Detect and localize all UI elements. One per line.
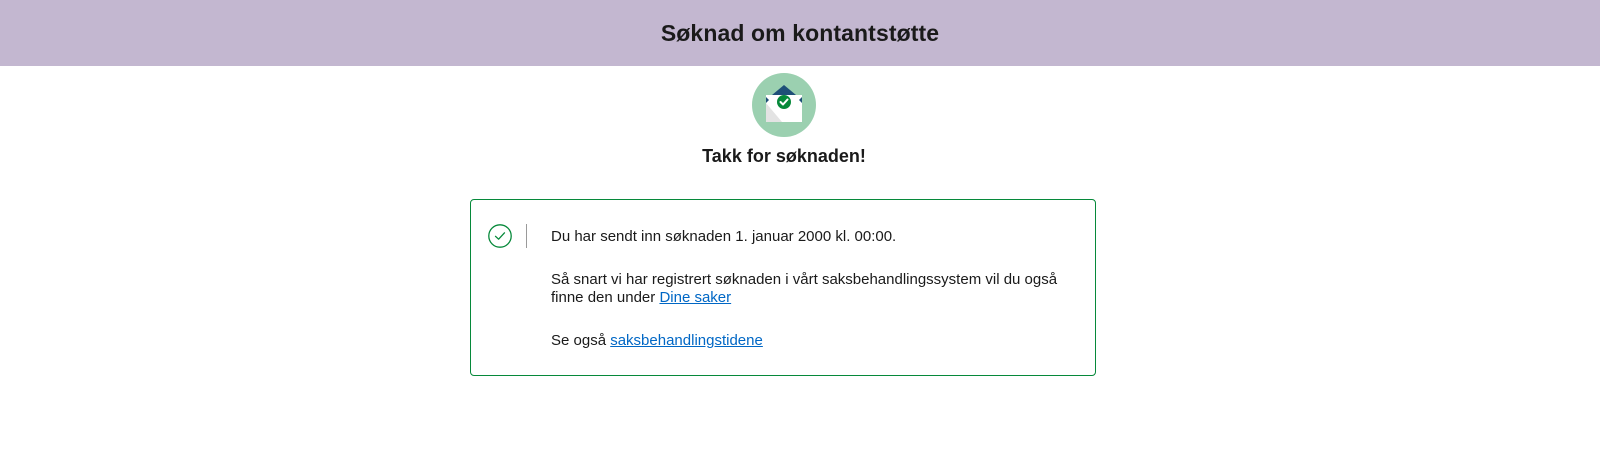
alert-divider xyxy=(526,224,527,248)
success-check-icon xyxy=(488,224,512,248)
success-alert: Du har sendt inn søknaden 1. januar 2000… xyxy=(470,199,1096,376)
dine-saker-link[interactable]: Dine saker xyxy=(659,289,731,306)
see-also-info: Se også saksbehandlingstidene xyxy=(551,332,1061,350)
registration-info: Så snart vi har registrert søknaden i vå… xyxy=(551,271,1061,307)
processing-times-link[interactable]: saksbehandlingstidene xyxy=(610,332,763,349)
page-title: Søknad om kontantstøtte xyxy=(660,19,940,46)
envelope-check-icon xyxy=(752,73,816,137)
submission-sent-text: Du har sendt inn søknaden 1. januar 2000… xyxy=(551,228,897,245)
alert-content: Du har sendt inn søknaden 1. januar 2000… xyxy=(551,228,1061,350)
confirmation-title: Takk for søknaden! xyxy=(702,146,866,166)
registration-text: Så snart vi har registrert søknaden i vå… xyxy=(551,271,1058,306)
page-header: Søknad om kontantstøtte xyxy=(0,0,1600,66)
see-also-text: Se også xyxy=(551,332,607,349)
